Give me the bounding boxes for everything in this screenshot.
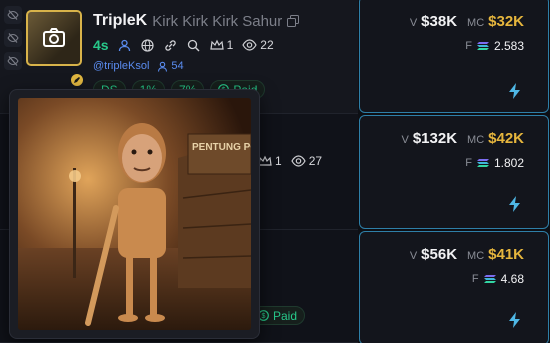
- fee-line: F 4.68: [472, 272, 524, 286]
- fee-label: F: [465, 157, 472, 169]
- quick-buy-bolt-icon[interactable]: [508, 312, 522, 328]
- market-cap-label: MC: [467, 134, 485, 146]
- fee-label: F: [465, 40, 472, 52]
- user-icon[interactable]: [118, 38, 132, 52]
- views-stat: 27: [290, 154, 323, 168]
- hide-icon[interactable]: [4, 52, 22, 70]
- row2-stats: 1 27: [258, 154, 322, 168]
- volume-label: V: [409, 250, 418, 262]
- user-icon: [158, 61, 168, 72]
- market-cap-label: MC: [467, 17, 485, 29]
- token-name[interactable]: Kirk Kirk Kirk Sahur: [152, 13, 282, 30]
- title-line: TripleK Kirk Kirk Kirk Sahur: [93, 12, 300, 30]
- pencil-icon[interactable]: [69, 72, 85, 88]
- market-cap-value: $42K: [488, 130, 524, 147]
- svg-text:$: $: [262, 313, 266, 320]
- trade-card-1[interactable]: V $38K MC $32K F 2.583: [359, 0, 549, 113]
- twitter-handle[interactable]: @tripleKsol: [93, 60, 149, 72]
- fee-value: 4.68: [500, 272, 524, 286]
- token-preview-image: PENTUNG POS RONI: [18, 98, 251, 330]
- solana-icon: [476, 42, 489, 50]
- volume-label: V: [401, 134, 409, 146]
- volume-mc-line: V $56K MC $41K: [410, 246, 524, 263]
- solana-icon: [483, 275, 496, 283]
- hide-icon[interactable]: [4, 29, 22, 47]
- token-feed: TripleK Kirk Kirk Kirk Sahur 4s 1 22 @tr…: [0, 0, 550, 343]
- token-ticker[interactable]: TripleK: [93, 12, 147, 30]
- volume-value: $132K: [412, 130, 458, 147]
- holders-count: 1: [275, 154, 282, 168]
- volume-value: $56K: [421, 246, 458, 263]
- camera-icon: [43, 28, 65, 47]
- hide-icon[interactable]: [4, 6, 22, 24]
- image-preview-popover: PENTUNG POS RONI: [9, 89, 260, 339]
- volume-mc-line: V $132K MC $42K: [401, 130, 524, 147]
- market-cap-label: MC: [467, 250, 485, 262]
- market-cap-value: $41K: [488, 246, 524, 263]
- trade-card-2[interactable]: V $132K MC $42K F 1.802: [359, 115, 549, 229]
- volume-label: V: [409, 17, 418, 29]
- views-count: 22: [260, 38, 274, 52]
- holders-count: 1: [226, 38, 234, 52]
- volume-mc-line: V $38K MC $32K: [410, 13, 524, 30]
- fee-line: F 1.802: [465, 156, 524, 170]
- fee-label: F: [471, 273, 479, 285]
- follower-count: 54: [157, 60, 184, 72]
- quick-buy-bolt-icon[interactable]: [508, 196, 522, 212]
- crown-icon: [258, 155, 272, 166]
- token-age: 4s: [93, 37, 109, 53]
- fee-line: F 2.583: [465, 39, 524, 53]
- search-icon[interactable]: [187, 38, 201, 52]
- link-icon[interactable]: [164, 38, 178, 52]
- handle-line: @tripleKsol 54: [93, 60, 184, 72]
- side-actions: [4, 6, 22, 75]
- globe-icon[interactable]: [141, 38, 155, 52]
- quick-buy-bolt-icon[interactable]: [508, 83, 522, 99]
- fee-value: 1.802: [493, 156, 524, 170]
- eye-icon: [242, 39, 257, 51]
- trade-card-3[interactable]: V $56K MC $41K F 4.68: [359, 231, 549, 343]
- holders-stat: 1: [258, 154, 282, 168]
- crown-icon: [209, 39, 224, 50]
- views-count: 27: [308, 154, 323, 168]
- followers-value: 54: [171, 60, 184, 72]
- token-image-thumbnail[interactable]: [26, 10, 82, 66]
- preview-illustration: PENTUNG POS RONI: [18, 98, 251, 330]
- volume-value: $38K: [421, 13, 458, 30]
- copy-icon[interactable]: [287, 15, 300, 27]
- views-stat: 22: [242, 38, 274, 52]
- paid-label: Paid: [273, 308, 298, 323]
- holders-stat: 1: [209, 38, 234, 52]
- market-cap-value: $32K: [488, 13, 524, 30]
- fee-value: 2.583: [493, 39, 524, 53]
- sign-text: PENTUNG POS RONI: [192, 142, 251, 153]
- solana-icon: [476, 159, 489, 167]
- eye-icon: [290, 155, 306, 167]
- meta-line: 4s 1 22: [93, 37, 274, 53]
